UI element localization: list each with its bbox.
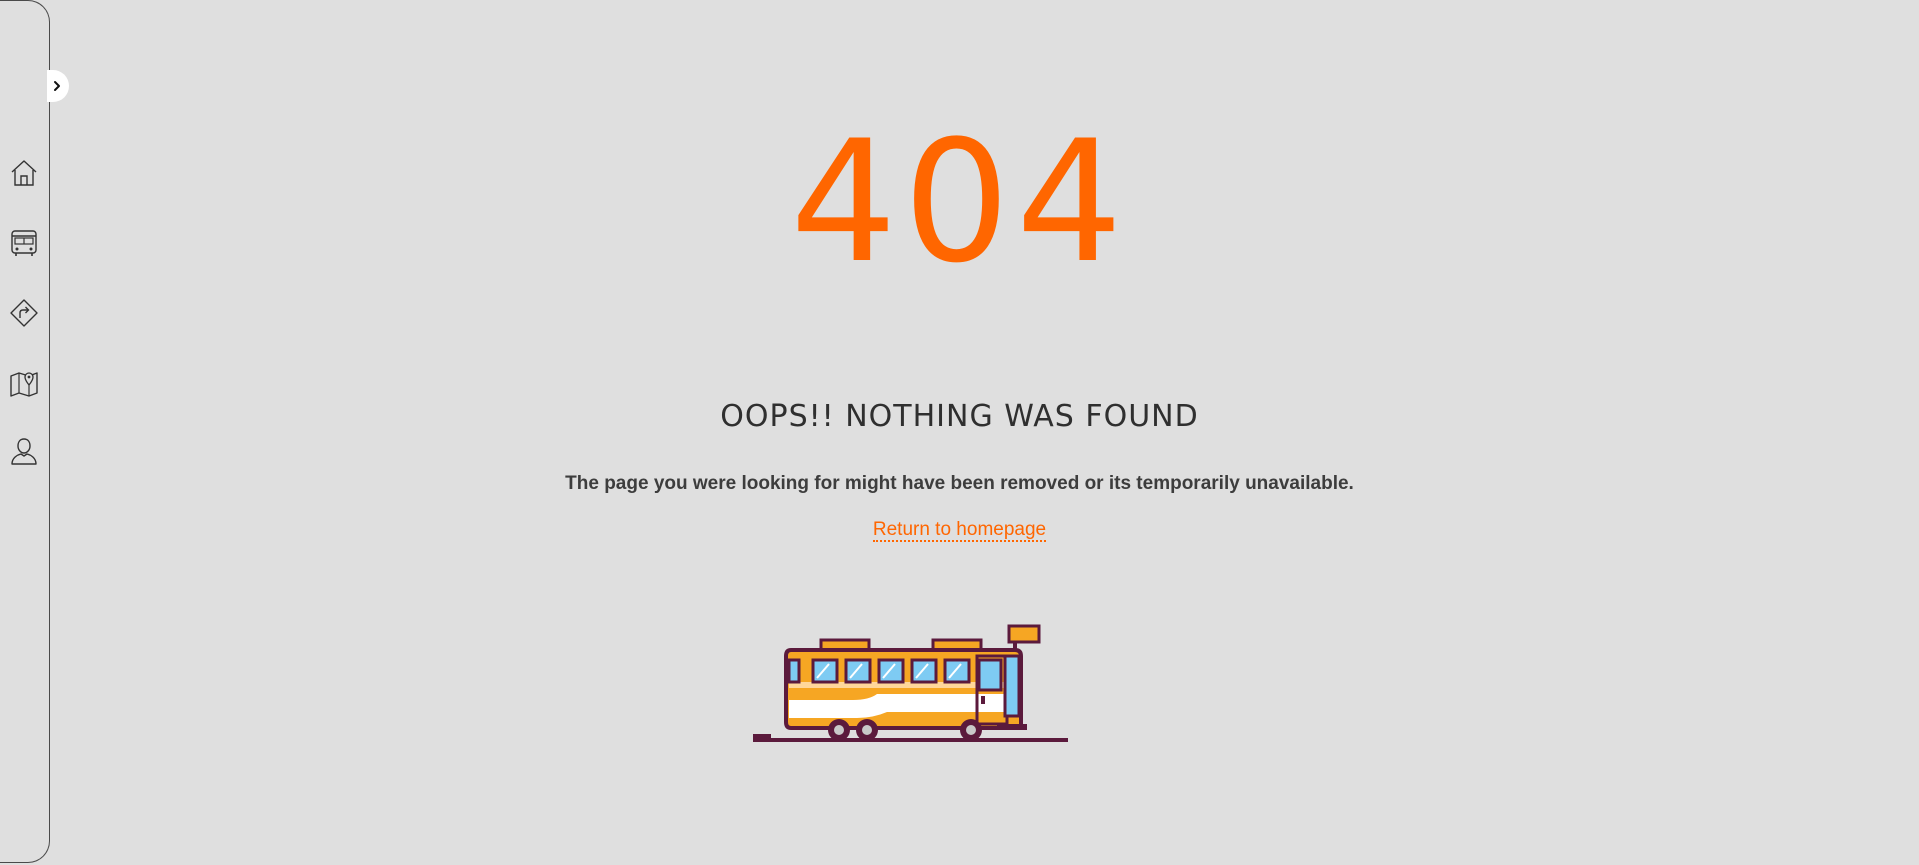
sidebar-item-home[interactable]: [8, 157, 40, 189]
home-icon: [11, 160, 37, 186]
bus-icon: [11, 230, 37, 256]
bus-illustration: [753, 624, 1068, 742]
return-home-link-label[interactable]: Return to homepage: [872, 519, 1047, 542]
error-message: The page you were looking for might have…: [565, 473, 1354, 494]
user-icon: [11, 438, 37, 465]
sidebar-item-profile[interactable]: [8, 435, 40, 467]
map-icon: [10, 372, 38, 397]
sidebar-item-bus[interactable]: [8, 227, 40, 259]
error-headline: OOPS!! NOTHING WAS FOUND: [720, 399, 1199, 434]
sidebar-item-map[interactable]: [8, 367, 40, 399]
not-found-page: 404 OOPS!! NOTHING WAS FOUND The page yo…: [0, 0, 1919, 865]
return-home-link[interactable]: Return to homepage: [50, 517, 1869, 543]
sidebar-item-route[interactable]: [8, 297, 40, 329]
error-code: 404: [790, 104, 1129, 300]
sidebar: [0, 0, 50, 863]
route-icon: [10, 299, 38, 327]
